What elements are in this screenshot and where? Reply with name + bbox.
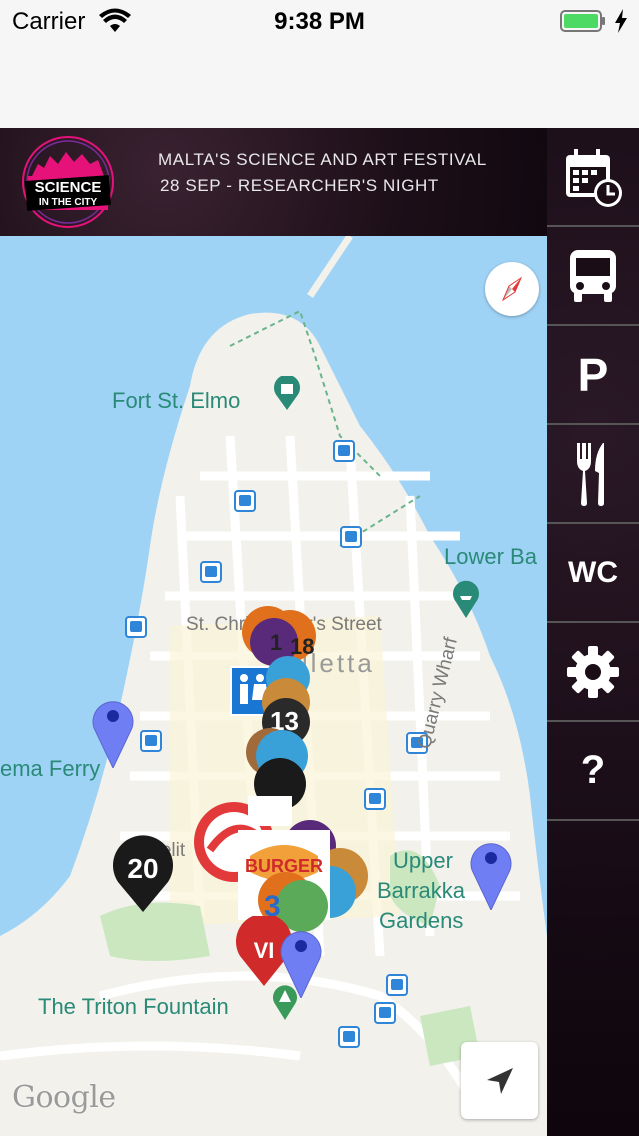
festival-subtitle: 28 SEP - RESEARCHER'S NIGHT bbox=[160, 176, 439, 195]
logo-text-science: SCIENCE bbox=[35, 179, 102, 196]
compass-icon bbox=[501, 276, 523, 302]
logo-text-in-the-city: IN THE CITY bbox=[39, 197, 98, 208]
map-label-gardens: Gardens bbox=[379, 908, 464, 933]
my-location-button[interactable] bbox=[461, 1042, 538, 1119]
category-sidebar: P WC ? bbox=[547, 128, 639, 1136]
fork-knife-icon bbox=[577, 442, 604, 506]
location-arrow-icon bbox=[487, 1068, 513, 1094]
map-label-fort: Fort St. Elmo bbox=[112, 388, 241, 413]
bus-stop-icon[interactable] bbox=[125, 616, 147, 638]
bus-stop-icon[interactable] bbox=[140, 730, 162, 752]
map-label-ferry: ema Ferry bbox=[0, 756, 101, 781]
sidebar-item-wc[interactable]: WC bbox=[547, 524, 639, 623]
parking-icon: P bbox=[577, 348, 609, 401]
bus-stop-icon[interactable] bbox=[234, 490, 256, 512]
map-label-triton: The Triton Fountain bbox=[38, 994, 229, 1019]
map-label-barrakka: Barrakka bbox=[377, 878, 466, 903]
bus-stop-icon[interactable] bbox=[340, 526, 362, 548]
calendar-clock-icon bbox=[566, 148, 622, 207]
bus-stop-icon[interactable] bbox=[200, 561, 222, 583]
ferry-poi-icon[interactable] bbox=[452, 580, 480, 618]
sidebar-item-food[interactable] bbox=[547, 425, 639, 524]
bus-stop-icon[interactable] bbox=[364, 788, 386, 810]
bus-stop-icon[interactable] bbox=[333, 440, 355, 462]
sidebar-item-bus[interactable] bbox=[547, 227, 639, 326]
festival-header: SCIENCE IN THE CITY MALTA'S SCIENCE AND … bbox=[0, 128, 547, 236]
map-label-lower-bay: Lower Ba bbox=[444, 544, 537, 569]
bus-stop-icon[interactable] bbox=[338, 1026, 360, 1048]
location-pin-barrakka[interactable] bbox=[468, 836, 514, 910]
sidebar-item-help[interactable]: ? bbox=[547, 722, 639, 821]
compass-button[interactable] bbox=[485, 262, 539, 316]
bus-stop-icon[interactable] bbox=[386, 974, 408, 996]
science-in-the-city-logo[interactable]: SCIENCE IN THE CITY bbox=[18, 134, 118, 230]
sidebar-item-schedule[interactable] bbox=[547, 128, 639, 227]
map-view[interactable]: Fort St. Elmo Lower Ba St. Christopher's… bbox=[0, 236, 547, 1136]
festival-title: MALTA'S SCIENCE AND ART FESTIVAL bbox=[158, 150, 487, 169]
bus-stop-icon[interactable] bbox=[374, 1002, 396, 1024]
sidebar-item-parking[interactable]: P bbox=[547, 326, 639, 425]
marker-1-label: 1 bbox=[270, 630, 282, 655]
help-icon: ? bbox=[580, 748, 606, 792]
sidebar-item-settings[interactable] bbox=[547, 623, 639, 722]
event-marker-20[interactable]: 20 bbox=[110, 832, 176, 912]
bus-icon bbox=[570, 249, 616, 302]
gear-icon bbox=[567, 645, 619, 698]
google-attribution[interactable]: Google bbox=[12, 1080, 116, 1115]
status-bar: Carrier 9:38 PM bbox=[0, 0, 639, 128]
battery-icon bbox=[560, 10, 605, 32]
map-label-upper: Upper bbox=[393, 848, 453, 873]
location-pin-triton[interactable] bbox=[278, 924, 324, 998]
museum-poi-icon[interactable] bbox=[273, 376, 301, 410]
charging-bolt-icon bbox=[615, 9, 627, 33]
clock-label: 9:38 PM bbox=[274, 8, 365, 35]
location-pin-ferry[interactable] bbox=[90, 694, 136, 768]
marker-20-label: 20 bbox=[127, 853, 158, 884]
marker-vi-label: VI bbox=[254, 938, 275, 963]
wc-icon: WC bbox=[568, 555, 618, 589]
